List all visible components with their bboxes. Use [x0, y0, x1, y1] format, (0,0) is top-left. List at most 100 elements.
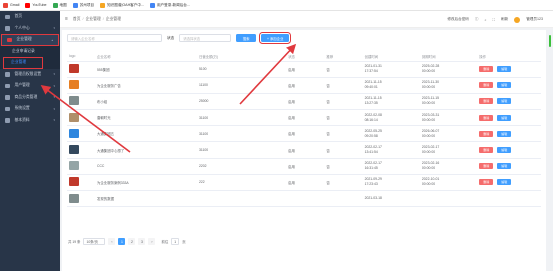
table-row: 发现的数据 2021-03-18 — [67, 190, 541, 208]
sidebar: 首页 个人中心 ▾ 企业管理 ▴ 企业申请记录 企业管理 管理员权限设置 ▾ 用户管理… — [0, 11, 60, 271]
next-page-icon[interactable]: › — [148, 238, 156, 245]
help-icon[interactable]: ⓘ — [475, 17, 479, 22]
avatar[interactable] — [514, 16, 521, 23]
search-button[interactable]: 搜索 — [236, 34, 257, 42]
bookmark-item[interactable]: 用户登录-新闻后台... — [149, 2, 190, 8]
column-header: 创建时间 — [362, 52, 420, 62]
edit-button[interactable]: 编辑 — [497, 179, 512, 186]
user-icon — [5, 26, 10, 31]
sidebar-item-profile[interactable]: 个人中心 ▾ — [0, 23, 60, 35]
delete-button[interactable]: 删除 — [479, 147, 494, 154]
edit-button[interactable]: 编辑 — [497, 98, 512, 105]
topbar-actions: 修改后台密码 ⓘ ⌕ ⛶ 刷新 管理员123 — [447, 11, 543, 28]
change-password-link[interactable]: 修改后台密码 — [447, 17, 469, 22]
revenue: 222 — [196, 174, 287, 192]
chevron-down-icon: ▾ — [53, 72, 55, 77]
sidebar-item-company[interactable]: 企业管理 ▴ — [1, 34, 59, 46]
search-icon[interactable]: ⌕ — [485, 18, 487, 22]
delete-button[interactable]: 删除 — [479, 98, 494, 105]
sidebar-item-basic[interactable]: 基本资料 ▾ — [0, 115, 60, 127]
company-name: 为企业服务案例333A — [95, 174, 197, 192]
bookmark-item[interactable]: Gmail — [3, 2, 19, 8]
logo-cell — [67, 93, 96, 111]
delete-button[interactable]: 删除 — [479, 179, 494, 186]
logo-cell — [67, 61, 96, 78]
sidebar-item-settings[interactable]: 系统设置 ▾ — [0, 103, 60, 115]
delete-button[interactable]: 删除 — [479, 130, 494, 137]
breadcrumb-section[interactable]: 企业管理 — [86, 17, 101, 22]
status-label: 状态 — [167, 35, 175, 40]
breadcrumb-home[interactable]: 首页 — [73, 17, 81, 22]
company-logo — [69, 112, 79, 122]
recommend: 否 — [324, 141, 363, 159]
status-select[interactable]: 请选择状态 — [179, 34, 232, 42]
menu-toggle-icon[interactable]: ≡ — [65, 16, 68, 22]
created-time: 2021-09-29 17:23:43 — [362, 174, 420, 192]
recommend: 否 — [324, 174, 363, 192]
sidebar-item-users[interactable]: 用户管理 ▾ — [0, 80, 60, 92]
company-logo — [69, 145, 79, 155]
page-size-select[interactable]: 10条/页 — [83, 238, 106, 245]
company-logo — [69, 177, 79, 187]
pagination: 共 19 条 10条/页 ‹ 1 2 3 › 前往 1 页 — [68, 238, 186, 245]
fullscreen-icon[interactable]: ⛶ — [493, 18, 496, 22]
status: 启用 — [286, 158, 325, 175]
main-card: 请输入企业名称 状态 请选择状态 搜索 + 添加企业 logo 企业名称 日营业额(… — [62, 30, 546, 271]
bookmark-item[interactable]: 知识图谱|OAH客户中... — [100, 2, 144, 8]
delete-button[interactable]: 删除 — [479, 66, 494, 73]
page-2-button[interactable]: 2 — [128, 238, 136, 245]
edit-button[interactable]: 编辑 — [497, 163, 512, 170]
recommend: 否 — [324, 93, 363, 111]
created-time: 2022-02-17 13:41:54 — [362, 141, 420, 159]
delete-button[interactable]: 删除 — [479, 82, 494, 89]
status: 启用 — [286, 77, 325, 94]
sidebar-subitem-company-manage[interactable]: 企业管理 — [3, 57, 43, 69]
company-logo — [69, 128, 79, 138]
table-row: 555集团 5100 启用否 2021-01-31 17:37:54 2025-02-28… — [67, 61, 541, 78]
sidebar-item-admin[interactable]: 管理员权限设置 ▾ — [0, 69, 60, 81]
edit-button[interactable]: 编辑 — [497, 147, 512, 154]
expire-time: 2026-06-07 00:00:00 — [419, 125, 478, 143]
company-name: 为企业服务广告 — [95, 77, 197, 94]
edit-button[interactable]: 编辑 — [497, 82, 512, 89]
user-name[interactable]: 管理员123 — [526, 17, 543, 22]
sidebar-subitem-applications[interactable]: 企业申请记录 — [0, 45, 60, 57]
bookmark-item[interactable]: 苏州项目 — [72, 2, 94, 8]
prev-page-icon[interactable]: ‹ — [108, 238, 116, 245]
expire-time: 2023-02-16 00:00:00 — [419, 158, 478, 175]
logo-cell — [67, 141, 96, 159]
column-header: 到期时间 — [419, 52, 478, 62]
recommend: 否 — [324, 158, 363, 175]
add-company-button[interactable]: + 添加企业 — [259, 32, 292, 44]
page-1-button[interactable]: 1 — [118, 238, 126, 245]
edit-button[interactable]: 编辑 — [497, 114, 512, 121]
edit-button[interactable]: 编辑 — [497, 130, 512, 137]
expire-time: 2023-11-15 00:00:00 — [419, 93, 478, 111]
bookmark-item[interactable]: 地图 — [52, 2, 67, 8]
page-3-button[interactable]: 3 — [138, 238, 146, 245]
bookmark-icon — [100, 2, 106, 8]
delete-button[interactable]: 删除 — [479, 114, 494, 121]
table-row: 大通集团五 31100 启用否 2022-05-25 09:20:58 2026-06-0… — [67, 125, 541, 143]
status: 启用 — [286, 125, 325, 143]
bookmark-icon — [3, 2, 8, 8]
table-row: 为企业服务案例333A 222 启用否 2021-09-29 17:23:43 2022-… — [67, 174, 541, 192]
goto-page-input[interactable]: 1 — [171, 238, 180, 245]
delete-button[interactable]: 删除 — [479, 163, 494, 170]
sidebar-item-category[interactable]: 商品分类管理 ▾ — [0, 92, 60, 104]
actions-cell: 删除 编辑 — [477, 77, 541, 94]
breadcrumb-separator: / — [82, 17, 84, 21]
refresh-button[interactable]: 刷新 — [501, 17, 508, 22]
company-name-input[interactable]: 请输入企业名称 — [67, 34, 162, 42]
recommend — [324, 190, 363, 208]
actions-cell: 删除 编辑 — [477, 174, 541, 192]
table-row: 为企业服务广告 11100 启用否 2021-11-15 09:40:01 2023-11… — [67, 77, 541, 94]
edit-button[interactable]: 编辑 — [497, 66, 512, 73]
scroll-indicator[interactable] — [549, 35, 551, 47]
bookmark-item[interactable]: YouTube — [25, 2, 47, 8]
expire-time: 2025-02-28 00:00:00 — [419, 61, 478, 78]
sidebar-item-home[interactable]: 首页 — [0, 11, 60, 23]
actions-cell: 删除 编辑 — [477, 125, 541, 143]
logo-cell — [67, 77, 96, 94]
company-logo — [69, 193, 79, 203]
